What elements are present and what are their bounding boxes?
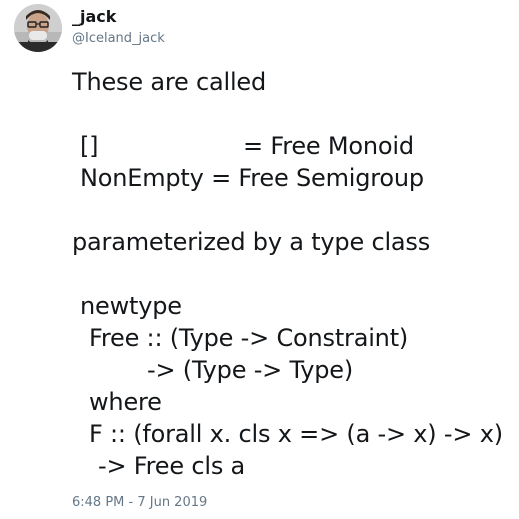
- tweet-line: F :: (forall x. cls x => (a -> x) -> x): [89, 420, 503, 448]
- tweet-line: []: [80, 132, 99, 160]
- tweet-line: These are called: [72, 68, 267, 96]
- tweet-line: NonEmpty = Free Semigroup: [80, 164, 424, 192]
- tweet-text: These are called [] = Free Monoid NonEmp…: [0, 0, 519, 519]
- tweet-line: newtype: [80, 292, 182, 320]
- tweet: _jack @Iceland_jack These are called [] …: [0, 0, 519, 519]
- tweet-line: where: [89, 388, 162, 416]
- tweet-timestamp[interactable]: 6:48 PM - 7 Jun 2019: [72, 494, 207, 512]
- tweet-line: parameterized by a type class: [72, 228, 431, 256]
- tweet-line: = Free Monoid: [243, 132, 414, 160]
- tweet-line: Free :: (Type -> Constraint): [89, 324, 409, 352]
- tweet-line: -> (Type -> Type): [147, 356, 354, 384]
- tweet-line: -> Free cls a: [98, 452, 246, 480]
